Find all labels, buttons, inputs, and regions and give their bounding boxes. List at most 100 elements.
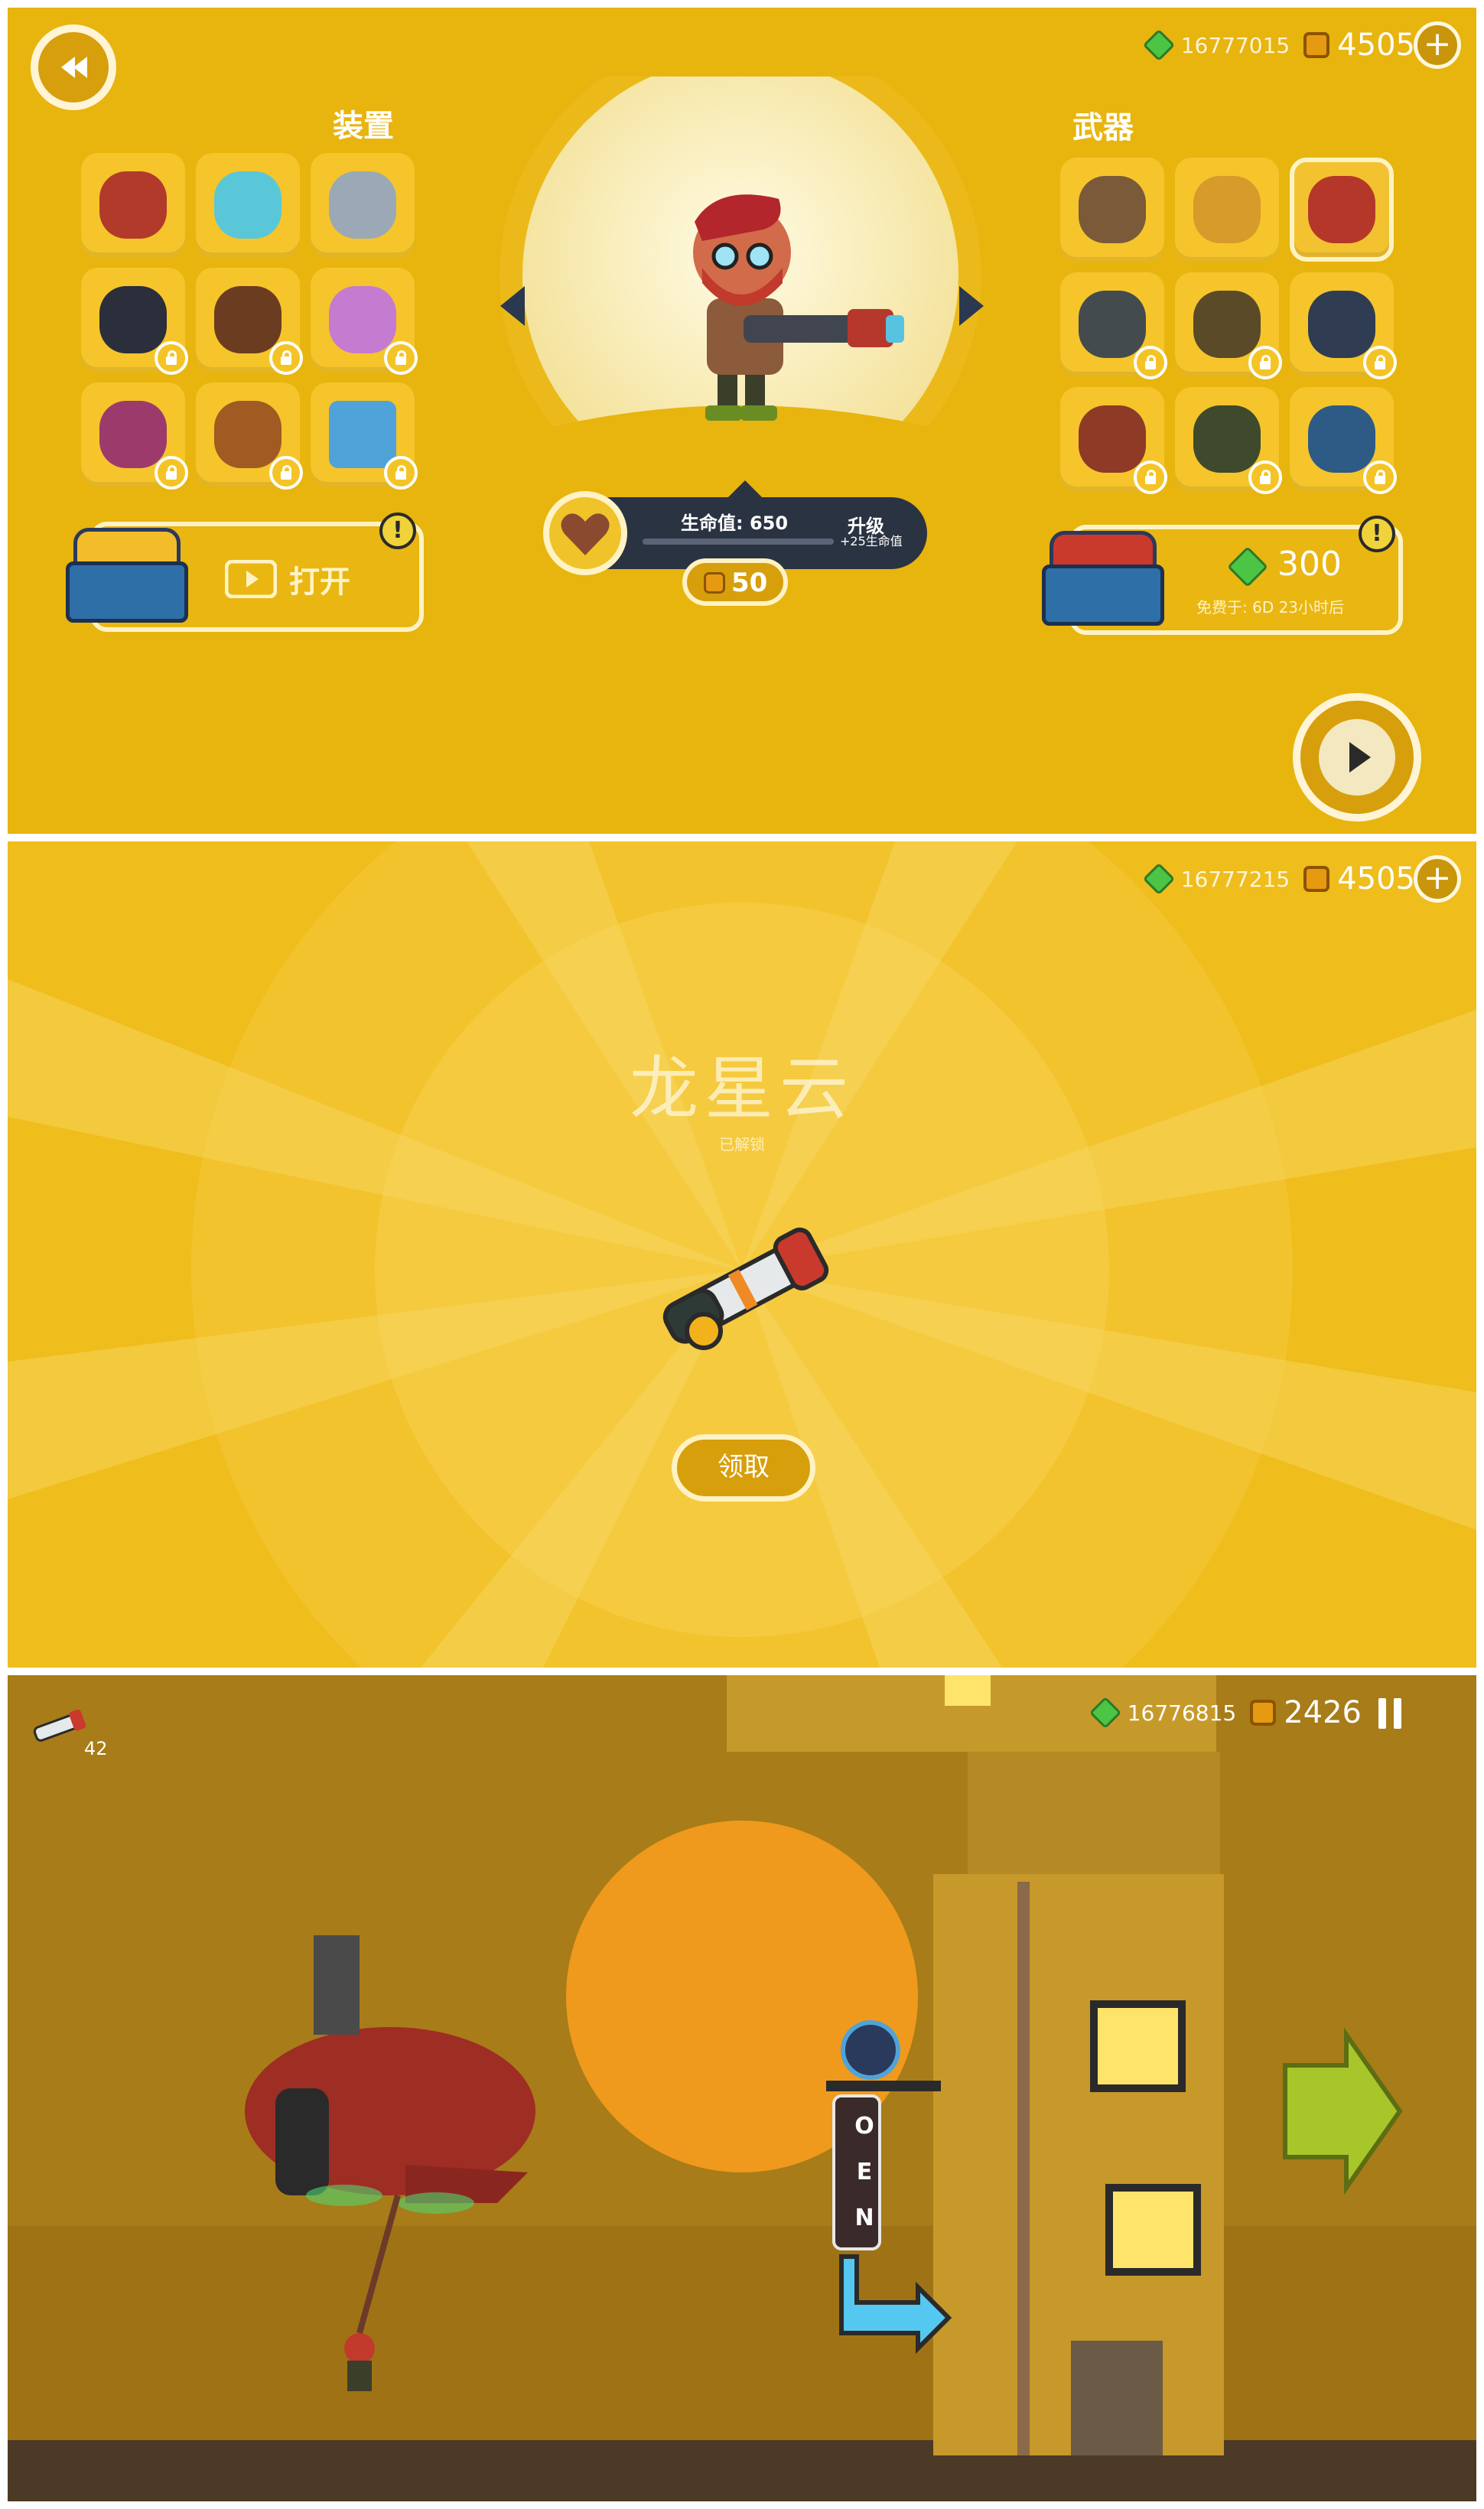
- skull-bomb-icon: [99, 286, 167, 353]
- cloud-device-icon: [329, 171, 396, 239]
- treasure-chest-icon: [66, 528, 188, 623]
- lock-icon: [1363, 346, 1397, 379]
- balloon-doll-icon: [329, 286, 396, 353]
- open-label: 打开: [289, 565, 350, 600]
- equipment-slot-balloons[interactable]: [311, 268, 418, 375]
- equipment-slot-torch[interactable]: [196, 382, 303, 490]
- rocket-launcher-icon: [662, 1227, 829, 1350]
- lock-icon: [384, 341, 418, 375]
- weapon-slot-cannon[interactable]: [1060, 272, 1167, 379]
- cannon-icon: [1079, 291, 1146, 358]
- neon-sign: O E N: [841, 2104, 887, 2241]
- reward-screen: 16777215 4505 + 龙星云 已解锁 领取: [8, 841, 1476, 1668]
- lock-icon: [155, 456, 188, 490]
- currency-bar: 16777215 4505: [1142, 861, 1415, 897]
- lock-icon: [1248, 346, 1282, 379]
- hp-heart-badge: [543, 491, 627, 575]
- weapon-slot-laser[interactable]: [1290, 272, 1397, 379]
- sign-letter: O: [854, 2113, 874, 2140]
- equipment-slot-monster[interactable]: [81, 382, 188, 490]
- gem-offer: 300: [1277, 545, 1342, 584]
- sign-letter: N: [854, 2205, 874, 2231]
- lock-icon: [1363, 460, 1397, 494]
- minigun-icon: [1079, 405, 1146, 473]
- weapon-slot-gatling[interactable]: [1290, 387, 1397, 494]
- club-icon: [1079, 176, 1146, 243]
- equipment-title: 装置: [333, 109, 394, 144]
- treasure-chest-icon: [1042, 531, 1164, 626]
- gem-count: 16777015: [1180, 32, 1290, 58]
- lock-icon: [269, 341, 303, 375]
- gem-icon: [1142, 28, 1175, 62]
- equipment-slot-shield[interactable]: [196, 153, 300, 257]
- hp-label: 生命值: 650: [681, 513, 789, 534]
- laser-gun-icon: [1308, 291, 1375, 358]
- pause-icon: [1378, 1698, 1386, 1729]
- add-currency-button[interactable]: +: [1414, 855, 1461, 903]
- hero-stage: [488, 76, 993, 474]
- coin-icon: [1303, 866, 1330, 892]
- claim-button[interactable]: 领取: [672, 1434, 815, 1502]
- coin-icon: [1303, 32, 1330, 58]
- game-scene: [8, 1675, 1476, 2501]
- gem-count: 16777215: [1180, 866, 1290, 892]
- weapon-slot-drill[interactable]: [1175, 387, 1282, 494]
- video-icon: [225, 560, 277, 598]
- weapon-slot-club[interactable]: [1060, 158, 1164, 262]
- upgrade-bonus: +25生命值: [840, 534, 903, 548]
- monster-icon: [99, 401, 167, 468]
- lock-icon: [155, 341, 188, 375]
- gem-icon: [1142, 862, 1175, 896]
- hp-bar: [643, 539, 834, 545]
- shield-badge-icon: [329, 401, 396, 468]
- upgrade-cost-button[interactable]: 50: [682, 558, 788, 606]
- shotgun-icon: [1193, 291, 1261, 358]
- equipment-slot-cloud[interactable]: [311, 153, 415, 257]
- equipment-slot-heart[interactable]: [81, 153, 185, 257]
- alert-icon: !: [379, 513, 416, 549]
- heart-icon: [561, 513, 610, 555]
- gem-icon: [1227, 546, 1268, 587]
- lock-icon: [1134, 460, 1167, 494]
- weapon-ammo-icon: [33, 1709, 86, 1742]
- prev-hero-arrow[interactable]: [497, 283, 528, 329]
- weapon-slot-rifle-selected[interactable]: [1290, 158, 1394, 262]
- currency-bar: 16777015 4505: [1142, 28, 1415, 63]
- lock-icon: [1248, 460, 1282, 494]
- loadout-screen: 16777015 4505 + 装置 打开 ! 生命值: 650 升级 +25生…: [8, 8, 1476, 834]
- weapon-slot-shotgun[interactable]: [1175, 272, 1282, 379]
- back-button[interactable]: [31, 24, 116, 110]
- play-button[interactable]: [1293, 693, 1421, 822]
- coin-icon: [1250, 1700, 1277, 1726]
- lock-icon: [384, 456, 418, 490]
- lock-icon: [269, 456, 303, 490]
- gameplay-screen: O E N 42 16776815 2426: [8, 1675, 1476, 2501]
- unlock-status: 已解锁: [719, 1135, 765, 1154]
- claim-label: 领取: [718, 1452, 770, 1482]
- coin-count: 4505: [1337, 28, 1415, 63]
- energy-shield-icon: [214, 171, 282, 239]
- gatling-icon: [1308, 405, 1375, 473]
- weapon-slot-minigun[interactable]: [1060, 387, 1167, 494]
- pause-icon-bar: [1394, 1698, 1401, 1729]
- drill-gun-icon: [1193, 405, 1261, 473]
- rewind-icon: [61, 57, 87, 78]
- play-icon: [1319, 719, 1395, 796]
- ammo-count: 42: [84, 1738, 108, 1759]
- gem-count: 16776815: [1127, 1700, 1237, 1726]
- gem-icon: [1089, 1696, 1121, 1730]
- torch-icon: [214, 401, 282, 468]
- equipment-slot-skull-bomb[interactable]: [81, 268, 188, 375]
- equipment-slot-badge[interactable]: [311, 382, 418, 490]
- coin-icon: [704, 572, 725, 594]
- add-currency-button[interactable]: +: [1414, 21, 1461, 69]
- pause-button[interactable]: [1377, 1698, 1404, 1729]
- currency-bar: 16776815 2426: [1089, 1695, 1362, 1730]
- equipment-slot-skull-mine[interactable]: [196, 268, 303, 375]
- coin-count: 2426: [1284, 1695, 1362, 1730]
- upgrade-cost: 50: [731, 568, 768, 598]
- next-hero-arrow[interactable]: [956, 283, 987, 329]
- sign-letter: E: [856, 2159, 873, 2185]
- skull-mine-icon: [214, 286, 282, 353]
- weapon-slot-blaster[interactable]: [1175, 158, 1279, 262]
